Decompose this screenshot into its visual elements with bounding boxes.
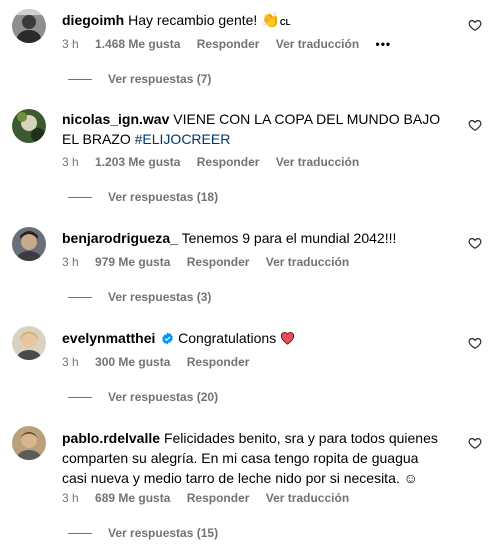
comment-text: diegoimh Hay recambio gente! 👏CL: [62, 10, 442, 33]
reply-button[interactable]: Responder: [187, 255, 250, 269]
comment-meta: 3 h 1.203 Me gusta Responder Ver traducc…: [62, 155, 372, 169]
translate-button[interactable]: Ver traducción: [266, 255, 349, 269]
avatar[interactable]: [12, 227, 46, 261]
comment-text: nicolas_ign.wav VIENE CON LA COPA DEL MU…: [62, 109, 442, 149]
username[interactable]: evelynmatthei: [62, 330, 155, 346]
view-replies-label: Ver respuestas (3): [108, 290, 212, 304]
view-replies-button[interactable]: Ver respuestas (7): [68, 72, 211, 86]
replies-divider: [68, 78, 92, 80]
avatar[interactable]: [12, 426, 46, 460]
replies-divider: [68, 296, 92, 298]
comment-meta: 3 h 979 Me gusta Responder Ver traducció…: [62, 255, 362, 269]
username[interactable]: nicolas_ign.wav: [62, 111, 169, 127]
translate-button[interactable]: Ver traducción: [266, 491, 349, 505]
avatar[interactable]: [12, 9, 46, 43]
comment-meta: 3 h 1.468 Me gusta Responder Ver traducc…: [62, 37, 404, 51]
comment-text: evelynmatthei Congratulations: [62, 328, 442, 348]
view-replies-button[interactable]: Ver respuestas (20): [68, 390, 218, 404]
translate-button[interactable]: Ver traducción: [276, 37, 359, 51]
reply-button[interactable]: Responder: [197, 37, 260, 51]
heart-outline-icon[interactable]: [468, 118, 482, 132]
comment-body: Hay recambio gente!: [128, 12, 262, 28]
view-replies-label: Ver respuestas (15): [108, 526, 219, 540]
comment-time[interactable]: 3 h: [62, 37, 79, 51]
comment-time[interactable]: 3 h: [62, 355, 79, 369]
avatar[interactable]: [12, 326, 46, 360]
red-heart-emoji: [281, 332, 295, 345]
likes-count[interactable]: 1.468 Me gusta: [95, 37, 180, 51]
comment-time[interactable]: 3 h: [62, 255, 79, 269]
reply-button[interactable]: Responder: [197, 155, 260, 169]
view-replies-label: Ver respuestas (7): [108, 72, 212, 86]
heart-outline-icon[interactable]: [468, 18, 482, 32]
reply-button[interactable]: Responder: [187, 491, 250, 505]
verified-badge-icon: [162, 332, 174, 345]
heart-outline-icon[interactable]: [468, 436, 482, 450]
likes-count[interactable]: 689 Me gusta: [95, 491, 170, 505]
comment-text: pablo.rdelvalle Felicidades benito, sra …: [62, 428, 442, 488]
comment-body: Tenemos 9 para el mundial 2042!!!: [181, 230, 397, 246]
replies-divider: [68, 396, 92, 398]
comment-time[interactable]: 3 h: [62, 155, 79, 169]
avatar[interactable]: [12, 109, 46, 143]
comment-meta: 3 h 300 Me gusta Responder: [62, 355, 262, 369]
likes-count[interactable]: 1.203 Me gusta: [95, 155, 180, 169]
heart-outline-icon[interactable]: [468, 336, 482, 350]
replies-divider: [68, 532, 92, 534]
translate-button[interactable]: Ver traducción: [276, 155, 359, 169]
view-replies-button[interactable]: Ver respuestas (15): [68, 526, 218, 540]
comment-text: benjarodrigueza_ Tenemos 9 para el mundi…: [62, 228, 442, 248]
comment-meta: 3 h 689 Me gusta Responder Ver traducció…: [62, 491, 362, 505]
username[interactable]: pablo.rdelvalle: [62, 430, 160, 446]
likes-count[interactable]: 979 Me gusta: [95, 255, 170, 269]
username[interactable]: diegoimh: [62, 12, 124, 28]
replies-divider: [68, 196, 92, 198]
emoji-suffix: CL: [279, 18, 291, 27]
view-replies-label: Ver respuestas (18): [108, 190, 219, 204]
comment-time[interactable]: 3 h: [62, 491, 79, 505]
username[interactable]: benjarodrigueza_: [62, 230, 178, 246]
heart-outline-icon[interactable]: [468, 236, 482, 250]
view-replies-button[interactable]: Ver respuestas (3): [68, 290, 211, 304]
clap-emoji: 👏: [261, 12, 280, 29]
likes-count[interactable]: 300 Me gusta: [95, 355, 170, 369]
comment-body: Congratulations: [178, 330, 281, 346]
hashtag-link[interactable]: #ELIJOCREER: [135, 131, 231, 147]
view-replies-label: Ver respuestas (20): [108, 390, 219, 404]
view-replies-button[interactable]: Ver respuestas (18): [68, 190, 218, 204]
more-options-button[interactable]: •••: [376, 37, 392, 51]
reply-button[interactable]: Responder: [187, 355, 250, 369]
